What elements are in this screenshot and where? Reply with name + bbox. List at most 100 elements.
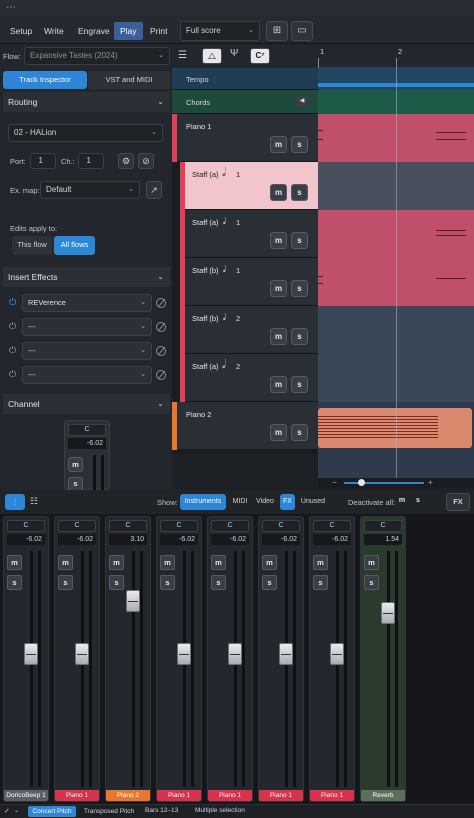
fader-handle[interactable] (75, 643, 89, 666)
mute-button[interactable]: m (364, 555, 379, 570)
instrument-track[interactable]: Piano 1 ms (172, 114, 318, 162)
power-icon[interactable]: ⏻ (7, 345, 18, 356)
chord-playback-icon[interactable]: C⁷ (250, 48, 270, 64)
fader-handle[interactable] (381, 602, 395, 625)
gear-icon[interactable]: ⚙ (118, 153, 134, 169)
staff-track[interactable]: Staff (a) ♩ 1 m s (180, 210, 318, 258)
volume-readout[interactable]: -6.02 (68, 438, 106, 449)
mute-button[interactable]: m (270, 232, 287, 249)
insert-slot-3[interactable]: --- ⌄ (22, 342, 152, 360)
chevron-down-icon[interactable]: ⌄ (14, 807, 19, 814)
channel-header[interactable]: Channel ⌄ (3, 394, 170, 414)
instrument-track[interactable]: Piano 2 ms (172, 402, 318, 450)
pan-control[interactable]: C (211, 520, 249, 532)
volume-readout[interactable]: 1.54 (364, 534, 402, 545)
mute-button[interactable]: m (313, 555, 328, 570)
solo-button[interactable]: s (68, 477, 83, 491)
zoom-out-icon[interactable]: − (332, 478, 337, 487)
pan-control[interactable]: C (58, 520, 96, 532)
track-options-icon[interactable]: ☰ (178, 50, 192, 62)
solo-button[interactable]: s (211, 575, 226, 590)
mute-button[interactable]: m (160, 555, 175, 570)
tuning-fork-icon[interactable]: Ψ (230, 48, 242, 64)
bypass-icon[interactable] (156, 346, 166, 356)
this-flow-button[interactable]: This flow (12, 236, 52, 255)
bypass-icon[interactable] (156, 298, 166, 308)
fader-handle[interactable] (228, 643, 242, 666)
solo-button[interactable]: s (291, 232, 308, 249)
solo-button[interactable]: s (160, 575, 175, 590)
solo-button[interactable]: s (291, 376, 308, 393)
filter-fx-button[interactable]: FX (280, 494, 295, 510)
zoom-slider-handle[interactable] (358, 479, 365, 486)
fader-handle[interactable] (330, 643, 344, 666)
solo-button[interactable]: s (58, 575, 73, 590)
volume-readout[interactable]: -6.02 (7, 534, 45, 545)
solo-button[interactable]: s (109, 575, 124, 590)
volume-readout[interactable]: -6.02 (58, 534, 96, 545)
channel-stepper[interactable]: 1 (78, 153, 104, 169)
fader-handle[interactable] (177, 643, 191, 666)
insert-slot-1[interactable]: REVerence ⌄ (22, 294, 152, 312)
mute-button[interactable]: m (58, 555, 73, 570)
solo-button[interactable]: s (7, 575, 22, 590)
insert-slot-4[interactable]: --- ⌄ (22, 366, 152, 384)
tab-print[interactable]: Print (144, 22, 173, 40)
layout-select[interactable]: Full score ⌄ (180, 21, 260, 41)
fader-handle[interactable] (126, 589, 140, 612)
pan-control[interactable]: C (364, 520, 402, 532)
status-check-icon[interactable]: ✓ (4, 807, 10, 815)
concert-pitch-button[interactable]: Concert Pitch (28, 806, 76, 817)
flow-select[interactable]: Expansive Tastes (2024) ⌄ (24, 47, 170, 65)
filter-unused-button[interactable]: Unused (298, 494, 328, 510)
solo-button[interactable]: s (291, 424, 308, 441)
routing-header[interactable]: Routing ⌄ (3, 92, 170, 112)
transposed-pitch-button[interactable]: Transposed Pitch (80, 806, 138, 817)
mute-button[interactable]: m (270, 328, 287, 345)
pan-control[interactable]: C (160, 520, 198, 532)
volume-readout[interactable]: 3.10 (109, 534, 147, 545)
deactivate-mute-button[interactable]: m (396, 496, 408, 508)
solo-button[interactable]: s (262, 575, 277, 590)
fader-handle[interactable] (24, 643, 38, 666)
pan-control[interactable]: C (313, 520, 351, 532)
power-icon[interactable]: ⏻ (7, 321, 18, 332)
volume-readout[interactable]: -6.02 (262, 534, 300, 545)
insert-effects-header[interactable]: Insert Effects ⌄ (3, 267, 170, 287)
filter-video-button[interactable]: Video (253, 494, 277, 510)
solo-button[interactable]: s (291, 328, 308, 345)
volume-readout[interactable]: -6.02 (211, 534, 249, 545)
staff-track[interactable]: Staff (b) ♩ 1 m s (180, 258, 318, 306)
device-select[interactable]: 02 - HALion ⌄ (8, 124, 163, 142)
mute-button[interactable]: m (270, 136, 287, 153)
fader-handle[interactable] (279, 643, 293, 666)
add-layout-icon[interactable]: ⊞ (266, 21, 288, 41)
faders-icon[interactable]: ⫶ (5, 494, 25, 510)
power-icon[interactable]: ⏻ (7, 297, 18, 308)
chords-track[interactable]: Chords ◀ (172, 90, 318, 114)
bypass-icon[interactable]: ⊘ (138, 153, 154, 169)
menu-dots-icon[interactable]: ⋯ (6, 2, 16, 13)
mute-button[interactable]: m (270, 280, 287, 297)
mute-button[interactable]: m (68, 457, 83, 472)
external-link-icon[interactable]: ↗ (146, 181, 162, 199)
solo-button[interactable]: s (291, 184, 308, 201)
mixer-settings-icon[interactable]: ☷ (30, 496, 38, 507)
tab-write[interactable]: Write (38, 22, 70, 40)
power-icon[interactable]: ⏻ (7, 369, 18, 380)
exmap-select[interactable]: Default ⌄ (40, 181, 140, 199)
tab-setup[interactable]: Setup (4, 22, 38, 40)
mute-button[interactable]: m (262, 555, 277, 570)
filter-instruments-button[interactable]: Instruments (180, 494, 226, 510)
fx-button[interactable]: FX (446, 493, 470, 511)
window-layout-icon[interactable]: ▭ (291, 21, 313, 41)
insert-slot-2[interactable]: --- ⌄ (22, 318, 152, 336)
volume-readout[interactable]: -6.02 (313, 534, 351, 545)
bypass-icon[interactable] (156, 322, 166, 332)
pan-control[interactable]: C (68, 424, 106, 436)
zoom-in-icon[interactable]: + (428, 478, 433, 487)
mute-button[interactable]: m (270, 184, 287, 201)
filter-midi-button[interactable]: MIDI (229, 494, 251, 510)
tab-track-inspector[interactable]: Track Inspector (3, 71, 87, 89)
all-flows-button[interactable]: All flows (54, 236, 95, 255)
